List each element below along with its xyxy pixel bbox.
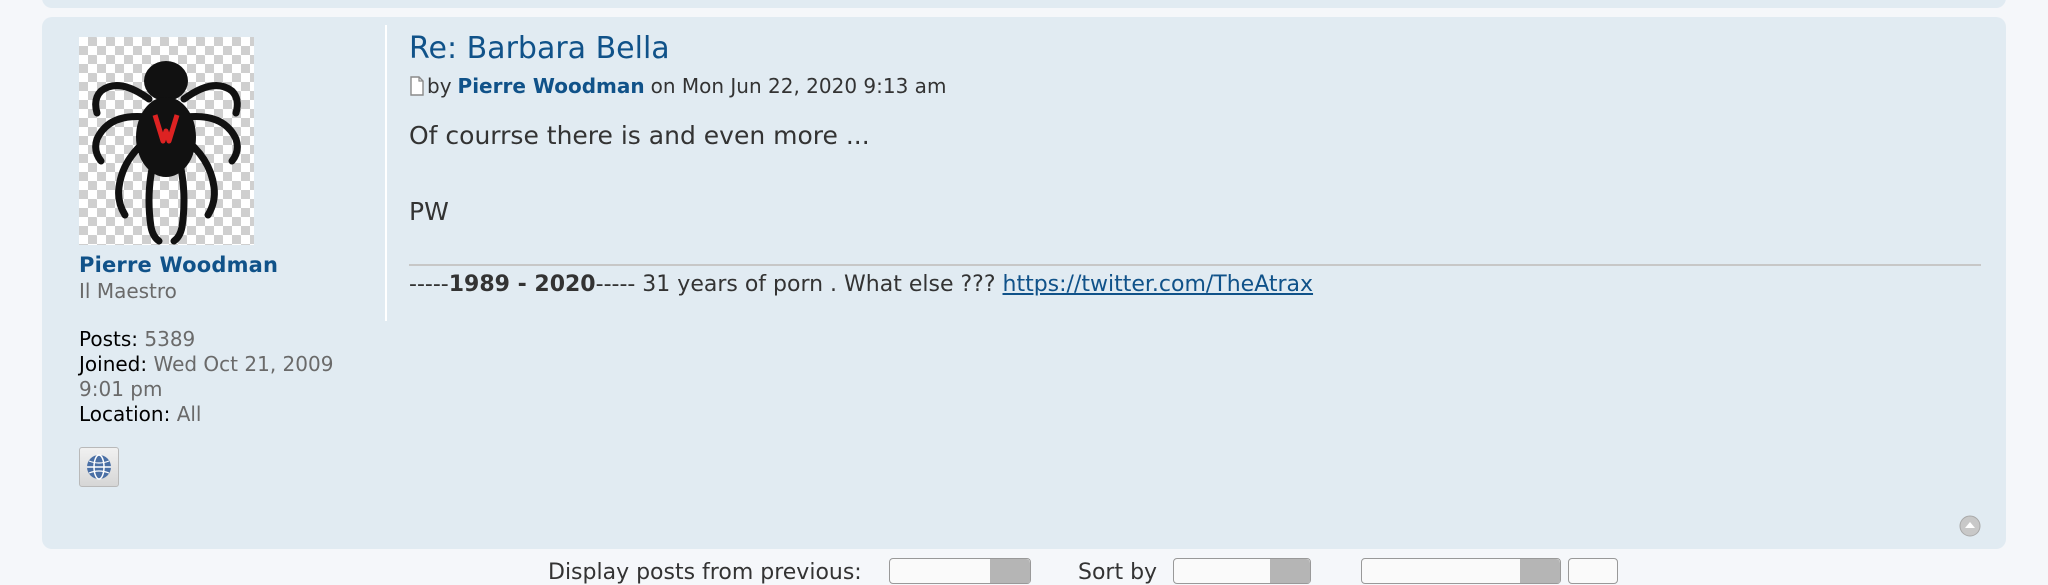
website-button[interactable] [79,447,119,487]
post-title-link[interactable]: Re: Barbara Bella [409,31,1981,66]
display-posts-select[interactable] [889,558,1031,584]
website-globe-icon [87,454,111,480]
post-author-link[interactable]: Pierre Woodman [458,74,645,98]
signature-separator [409,264,1981,266]
by-label: by [427,74,452,98]
previous-post-edge [42,0,2006,8]
post-author-line: by Pierre Woodman on Mon Jun 22, 2020 9:… [409,74,1981,98]
location-label: Location: [79,402,171,426]
profile-username-link[interactable]: Pierre Woodman [79,253,379,277]
signature-prefix: ----- [409,272,449,297]
profile-details: Posts: 5389 Joined: Wed Oct 21, 2009 9:0… [79,327,379,427]
location-row: Location: All [79,402,379,427]
signature: -----1989 - 2020----- 31 years of porn .… [409,272,1981,297]
post-profile: Pierre Woodman Il Maestro Posts: 5389 Jo… [79,37,379,487]
post-text-line: Of courrse there is and even more ... [409,121,870,150]
signature-years: 1989 - 2020 [448,272,596,297]
go-button[interactable] [1568,558,1618,584]
posts-count-row: Posts: 5389 [79,327,379,352]
sort-key-select[interactable] [1173,558,1311,584]
post-icon[interactable] [409,76,425,96]
location-value: All [176,402,202,426]
display-options-bar: Display posts from previous: Sort by [0,556,2048,585]
back-to-top-icon[interactable] [1959,515,1981,537]
signature-text: ----- 31 years of porn . What else ??? [595,272,1003,297]
post-body: Re: Barbara Bella by Pierre Woodman on M… [409,31,1981,297]
spider-avatar-icon [92,61,241,245]
joined-label: Joined: [79,352,148,376]
joined-row: Joined: Wed Oct 21, 2009 9:01 pm [79,352,379,402]
posts-label: Posts: [79,327,139,351]
post-text-line: PW [409,197,449,226]
post-date: on Mon Jun 22, 2020 9:13 am [650,74,947,98]
display-posts-label: Display posts from previous: [548,560,862,585]
signature-twitter-link[interactable]: https://twitter.com/TheAtrax [1003,272,1314,297]
forum-post: Pierre Woodman Il Maestro Posts: 5389 Jo… [42,17,2006,549]
profile-divider [385,25,387,321]
posts-value: 5389 [144,327,196,351]
user-rank: Il Maestro [79,279,177,303]
sort-by-label: Sort by [1078,560,1158,585]
post-content: Of courrse there is and even more ... PW [409,120,1981,228]
sort-direction-select[interactable] [1361,558,1561,584]
avatar[interactable] [79,37,254,245]
